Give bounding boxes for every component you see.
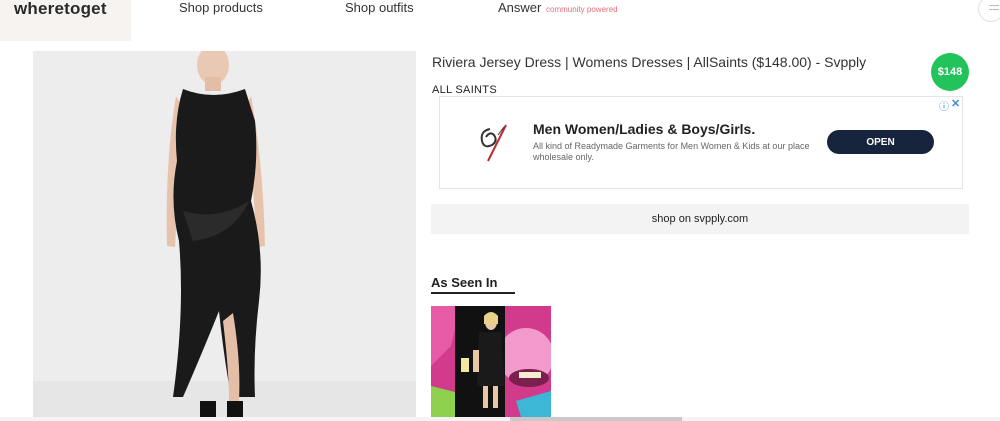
as-seen-in-thumbnail[interactable] <box>431 306 551 417</box>
ad-headline[interactable]: Men Women/Ladies & Boys/Girls. <box>533 121 755 137</box>
sewing-needle-icon <box>480 124 507 162</box>
ad-description: All kind of Readymade Garments for Men W… <box>533 141 810 162</box>
celebrity-photo <box>431 306 551 417</box>
nav-shop-products[interactable]: Shop products <box>179 0 263 16</box>
logo-area[interactable]: wheretoget <box>0 0 131 41</box>
as-seen-in-heading: As Seen In <box>431 275 498 290</box>
product-image[interactable] <box>33 51 416 417</box>
info-icon[interactable]: ⓘ <box>939 98 949 113</box>
close-icon[interactable]: ✕ <box>951 97 960 110</box>
nav-shop-outfits[interactable]: Shop outfits <box>345 0 414 16</box>
nav-answer[interactable]: Answer <box>498 0 541 16</box>
brand-name[interactable]: ALL SAINTS <box>432 84 497 96</box>
site-header: wheretoget Shop products Shop outfits An… <box>0 0 1000 41</box>
site-logo[interactable]: wheretoget <box>14 0 107 18</box>
scrollbar-thumb[interactable] <box>510 417 682 421</box>
price-badge[interactable]: $148 <box>931 53 969 91</box>
shop-on-svpply-button[interactable]: shop on svpply.com <box>431 204 969 234</box>
product-title: Riviera Jersey Dress | Womens Dresses | … <box>432 54 867 70</box>
menu-icon[interactable] <box>978 0 1000 22</box>
model-dress-illustration <box>33 51 416 417</box>
answer-community-tag: community powered <box>546 5 618 14</box>
heading-underline <box>431 292 515 294</box>
ad-banner[interactable]: Men Women/Ladies & Boys/Girls. All kind … <box>439 96 963 189</box>
horizontal-scrollbar[interactable] <box>0 417 1000 421</box>
ad-open-button[interactable]: OPEN <box>827 130 934 154</box>
